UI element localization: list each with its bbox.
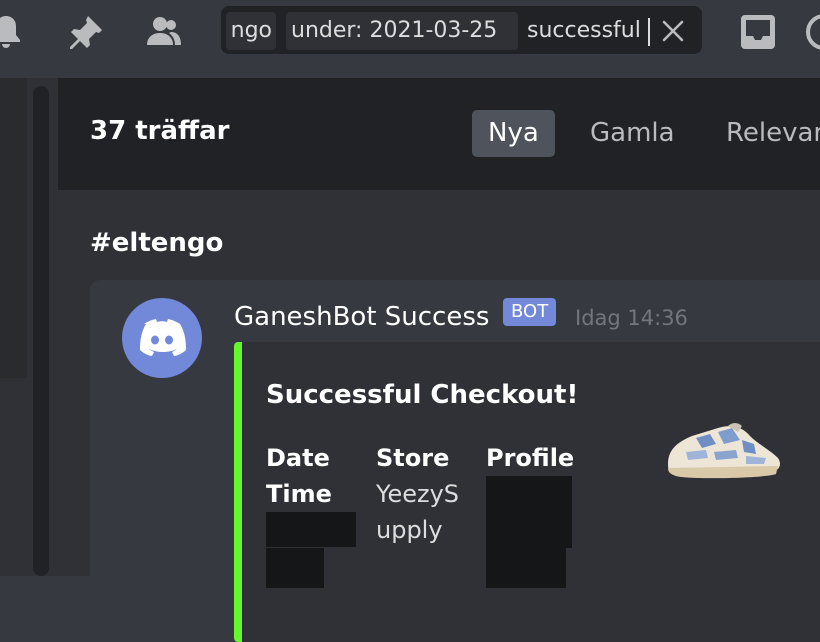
help-icon[interactable] [804,12,820,52]
embed-field-value-store: YeezyS upply [376,476,459,548]
result-count: 37 träffar [90,116,230,146]
bell-icon[interactable] [0,12,26,52]
embed-field-name-store: Store [376,444,450,472]
sidebar-panel [0,78,27,378]
search-result-message[interactable]: GaneshBot Success BOT Idag 14:36 Success… [90,280,820,642]
search-filter-chip-in-label: ngo [230,18,272,43]
search-filter-chip-in[interactable]: ngo [226,12,276,50]
tab-sort-newest[interactable]: Nya [472,110,555,157]
search-box[interactable]: ngo under: 2021-03-25 successful [221,6,702,54]
embed-field-value-line: upply [376,516,443,544]
embed-field-name-profile: Profile [486,444,575,472]
redacted-value [486,476,572,548]
redacted-value [266,512,356,547]
message-timestamp: Idag 14:36 [575,306,688,330]
search-results-header: 37 träffar Nya Gamla Relevar [58,78,820,190]
embed-field-name-line: Time [266,480,332,508]
redacted-value [486,548,566,588]
channel-name[interactable]: #eltengo [90,228,223,258]
embed-field-name-line: Date [266,444,330,472]
text-caret [648,18,650,46]
embed-field-name-datetime: Date Time [266,440,332,512]
search-results-list: #eltengo GaneshBot Success BOT Idag 14:3… [58,190,820,642]
bot-badge: BOT [503,298,557,326]
sneaker-icon[interactable] [658,414,786,484]
pin-icon[interactable] [66,12,106,52]
sidebar-scrollbar[interactable] [33,86,49,576]
search-input[interactable]: successful [527,12,641,50]
channel-sidebar [0,78,58,576]
embed-title: Successful Checkout! [266,380,579,410]
inbox-icon[interactable] [738,12,778,52]
message-embed: Successful Checkout! Date Time Store Yee… [234,342,820,642]
members-icon[interactable] [144,12,184,52]
tab-sort-relevant[interactable]: Relevar [710,110,820,157]
search-filter-chip-during[interactable]: under: 2021-03-25 [286,12,518,50]
discord-logo-icon [140,319,186,356]
message-author[interactable]: GaneshBot Success [234,302,489,332]
redacted-value [266,548,324,588]
embed-accent-bar [234,342,242,642]
avatar[interactable] [122,298,202,378]
embed-field-value-line: YeezyS [376,480,460,508]
top-toolbar: ngo under: 2021-03-25 successful [0,0,820,78]
tab-sort-oldest[interactable]: Gamla [574,110,691,157]
close-icon[interactable] [661,19,685,43]
